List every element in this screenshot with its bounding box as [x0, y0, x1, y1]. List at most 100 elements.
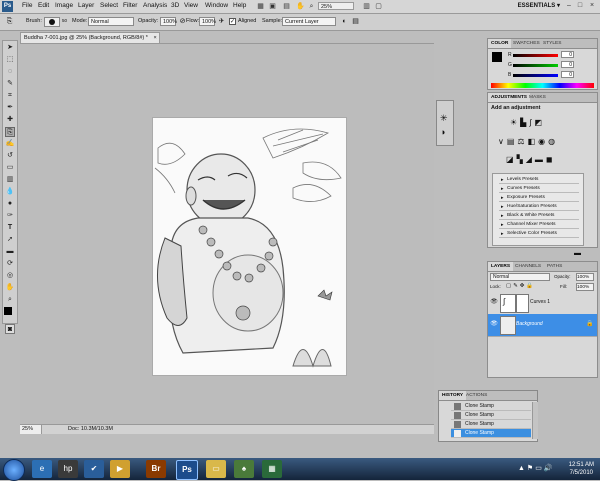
brush-picker[interactable]	[44, 17, 60, 27]
menu-window[interactable]: Window	[205, 2, 228, 9]
red-channel-value[interactable]: 0	[561, 51, 574, 58]
invert-icon[interactable]: ◪	[506, 155, 517, 164]
bridge-icon[interactable]: ▦	[256, 2, 265, 11]
channel-mixer-icon[interactable]: ◍	[548, 137, 558, 146]
quick-selection-tool-icon[interactable]: ✎	[5, 79, 15, 89]
taskbar-bridge-icon[interactable]: Br	[146, 460, 166, 478]
exposure-icon[interactable]: ◩	[535, 118, 546, 127]
green-channel-value[interactable]: 0	[561, 61, 574, 68]
extras-icon[interactable]: ▤	[282, 2, 291, 11]
clone-stamp-tool-icon[interactable]: ⎘	[5, 17, 14, 26]
dodge-tool-icon[interactable]: ●	[5, 199, 15, 209]
preset-selective-color[interactable]: ▸ Selective Color Presets	[499, 230, 579, 238]
history-scrollbar[interactable]	[532, 402, 538, 439]
history-brush-tool-icon[interactable]: ↺	[5, 151, 15, 161]
info-icon[interactable]: ◑	[440, 127, 445, 137]
menu-3d[interactable]: 3D	[171, 2, 179, 9]
clone-source-icon[interactable]: ✳	[440, 113, 448, 124]
history-item[interactable]: Clone Stamp	[451, 402, 531, 411]
quick-mask-icon[interactable]: ◙	[5, 324, 15, 334]
ignore-adjustment-layers-icon[interactable]: ◐	[340, 17, 349, 26]
clone-stamp-tool-icon[interactable]: ⎘	[5, 127, 15, 137]
opacity-field[interactable]: 100%	[160, 17, 177, 26]
layer-row-curves[interactable]: 👁 ∫ Curves 1	[488, 292, 597, 315]
start-button[interactable]	[3, 459, 25, 481]
history-item[interactable]: Clone Stamp	[451, 420, 531, 429]
photo-filter-icon[interactable]: ◉	[538, 137, 548, 146]
tab-masks[interactable]: MASKS	[526, 93, 549, 102]
tab-styles[interactable]: STYLES	[540, 39, 564, 48]
menu-layer[interactable]: Layer	[78, 2, 94, 9]
airbrush-icon[interactable]: ✈	[217, 17, 226, 26]
taskbar-mail-icon[interactable]: ✔	[84, 460, 104, 478]
levels-icon[interactable]: ▙	[520, 118, 529, 127]
hand-tool-icon[interactable]: ✋	[5, 283, 15, 293]
hand-tool-icon[interactable]: ✋	[296, 2, 305, 11]
pen-tool-icon[interactable]: ✑	[5, 211, 15, 221]
eyedropper-tool-icon[interactable]: ✒	[5, 103, 15, 113]
system-tray-icons[interactable]: ▲⚑▭🔊	[518, 464, 555, 472]
history-item[interactable]: Clone Stamp	[451, 411, 531, 420]
color-spectrum-ramp[interactable]	[491, 83, 594, 88]
flow-field[interactable]: 100%	[199, 17, 216, 26]
menu-edit[interactable]: Edit	[38, 2, 49, 9]
menu-select[interactable]: Select	[100, 2, 118, 9]
menu-analysis[interactable]: Analysis	[143, 2, 167, 9]
layer-fill-field[interactable]: 100%	[576, 283, 594, 291]
3d-orbit-tool-icon[interactable]: ◎	[5, 271, 15, 281]
lasso-tool-icon[interactable]: ◌	[5, 67, 15, 77]
tab-history[interactable]: HISTORY	[439, 391, 467, 400]
layer-opacity-field[interactable]: 100%	[576, 273, 594, 281]
tab-layers[interactable]: LAYERS	[488, 262, 514, 271]
tab-channels[interactable]: CHANNELS	[512, 262, 544, 271]
posterize-icon[interactable]: ▚	[517, 155, 526, 164]
taskbar-ie-icon[interactable]: e	[32, 460, 52, 478]
taskbar-explorer-icon[interactable]: ▭	[206, 460, 226, 478]
preset-exposure[interactable]: ▸ Exposure Presets	[499, 194, 579, 202]
visibility-eye-icon[interactable]: 👁	[490, 320, 498, 328]
minimize-button[interactable]: –	[564, 1, 574, 11]
sample-select[interactable]: Current Layer	[282, 17, 336, 26]
screen-mode-icon[interactable]: ▢	[374, 2, 383, 11]
lock-icons[interactable]: ▢✎✥🔒	[506, 283, 535, 289]
menu-view[interactable]: View	[184, 2, 198, 9]
preset-curves[interactable]: ▸ Curves Presets	[499, 185, 579, 193]
preset-levels[interactable]: ▸ Levels Presets	[499, 176, 579, 184]
aligned-checkbox[interactable]: ✓	[229, 18, 236, 25]
blur-tool-icon[interactable]: 💧	[5, 187, 15, 197]
tab-actions[interactable]: ACTIONS	[463, 391, 490, 400]
menu-file[interactable]: File	[22, 2, 32, 9]
image-canvas[interactable]	[153, 118, 346, 375]
close-button[interactable]: ×	[587, 1, 597, 11]
preset-black-white[interactable]: ▸ Black & White Presets	[499, 212, 579, 220]
tab-color[interactable]: COLOR	[488, 39, 512, 48]
foreground-color-chip[interactable]	[492, 52, 502, 62]
foreground-color-swatch[interactable]	[4, 307, 12, 315]
zoom-level-select[interactable]: 25%	[318, 2, 354, 10]
color-balance-icon[interactable]: ⚖	[517, 137, 527, 146]
move-tool-icon[interactable]: ➤	[5, 43, 15, 53]
marquee-tool-icon[interactable]: ⬚	[5, 55, 15, 65]
document-tab[interactable]: Buddha 7-001.jpg @ 25% (Background, RGB/…	[20, 32, 160, 43]
zoom-tool-icon[interactable]: ⌕	[307, 2, 316, 11]
vibrance-icon[interactable]: ∨	[498, 137, 507, 146]
menu-help[interactable]: Help	[233, 2, 246, 9]
taskbar-clock[interactable]: 12:51 AM 7/5/2010	[569, 461, 594, 477]
shape-tool-icon[interactable]: ▬	[5, 247, 15, 257]
clone-source-panel-icon[interactable]: ▤	[351, 17, 360, 26]
mode-select[interactable]: Normal	[88, 17, 134, 26]
zoom-tool-icon[interactable]: ⌕	[5, 295, 15, 305]
type-tool-icon[interactable]: T	[5, 223, 15, 233]
blue-channel-slider[interactable]	[513, 74, 558, 77]
threshold-icon[interactable]: ◢	[526, 155, 535, 164]
taskbar-solitaire-icon[interactable]: ♠	[234, 460, 254, 478]
blue-channel-value[interactable]: 0	[561, 71, 574, 78]
black-white-icon[interactable]: ◧	[528, 137, 539, 146]
close-document-icon[interactable]: ×	[153, 35, 156, 41]
taskbar-app-icon[interactable]: ▦	[262, 460, 282, 478]
red-channel-slider[interactable]	[513, 54, 558, 57]
brush-tool-icon[interactable]: ✍	[5, 139, 15, 149]
layer-mask-thumbnail[interactable]	[516, 294, 529, 313]
taskbar-hp-icon[interactable]: hp	[58, 460, 78, 478]
preset-channel-mixer[interactable]: ▸ Channel Mixer Presets	[499, 221, 579, 229]
